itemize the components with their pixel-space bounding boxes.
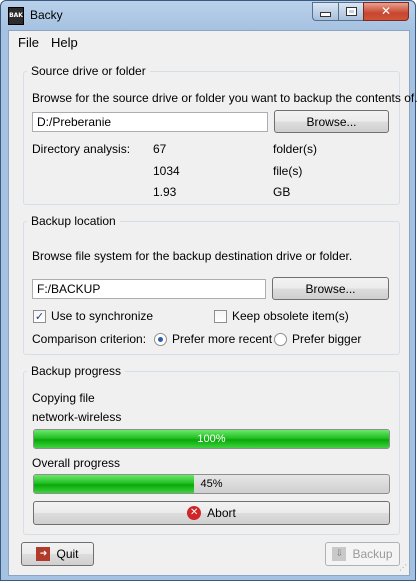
overall-progress-text: 45% xyxy=(200,478,223,490)
quit-button[interactable]: ➜ Quit xyxy=(21,542,94,566)
prefer-bigger-radio[interactable] xyxy=(274,333,287,346)
backup-progress-group: Backup progress Copying file network-wir… xyxy=(23,364,400,535)
menu-bar: File Help xyxy=(9,31,409,53)
exit-door-icon: ➜ xyxy=(36,547,51,561)
backup-icon: ⇩ xyxy=(332,547,347,561)
source-group: Source drive or folder Browse for the so… xyxy=(23,64,418,205)
size-unit: GB xyxy=(273,185,291,199)
abort-label: Abort xyxy=(207,506,236,520)
overall-progress-bar: 45% xyxy=(33,474,390,494)
file-progress-bar: 100% xyxy=(33,429,390,449)
prefer-bigger-label[interactable]: Prefer bigger xyxy=(292,332,361,346)
comparison-criterion-label: Comparison criterion: xyxy=(32,332,147,346)
files-unit: file(s) xyxy=(273,164,303,178)
source-instructions: Browse for the source drive or folder yo… xyxy=(32,91,418,105)
folders-unit: folder(s) xyxy=(273,142,318,156)
destination-browse-button[interactable]: Browse... xyxy=(272,277,389,300)
source-browse-button[interactable]: Browse... xyxy=(274,110,389,133)
window-title: Backy xyxy=(30,8,63,22)
menu-file[interactable]: File xyxy=(18,35,39,50)
app-window: BAK Backy ✕ File Help Source drive or fo… xyxy=(0,0,418,581)
quit-label[interactable]: Quit xyxy=(56,547,78,561)
prefer-recent-radio[interactable] xyxy=(154,333,167,346)
keep-obsolete-label[interactable]: Keep obsolete item(s) xyxy=(232,309,349,323)
close-icon: ✕ xyxy=(380,4,392,18)
destination-instructions: Browse file system for the backup destin… xyxy=(32,249,353,263)
source-path-input[interactable] xyxy=(32,112,268,132)
abort-button[interactable]: ✕ Abort xyxy=(33,501,390,525)
client-area: File Help Source drive or folder Browse … xyxy=(8,30,418,576)
backup-location-title: Backup location xyxy=(27,214,120,228)
maximize-button[interactable] xyxy=(338,2,363,21)
folders-count: 67 xyxy=(153,142,167,156)
destination-path-input[interactable] xyxy=(32,279,266,299)
size-value: 1.93 xyxy=(153,185,177,199)
title-bar[interactable]: BAK Backy ✕ xyxy=(1,1,415,30)
copying-file-label: Copying file xyxy=(32,391,95,405)
overall-progress-label: Overall progress xyxy=(32,456,121,470)
synchronize-label[interactable]: Use to synchronize xyxy=(51,309,153,323)
backup-button[interactable]: ⇩ Backup xyxy=(325,542,400,566)
menu-help[interactable]: Help xyxy=(51,35,78,50)
current-file-name: network-wireless xyxy=(32,410,122,424)
abort-icon: ✕ xyxy=(187,506,202,520)
backup-location-group: Backup location Browse file system for t… xyxy=(23,214,400,355)
backup-label: Backup xyxy=(352,547,393,561)
prefer-recent-label[interactable]: Prefer more recent xyxy=(172,332,272,346)
backup-progress-title: Backup progress xyxy=(27,364,126,378)
synchronize-checkbox[interactable]: ✓ xyxy=(33,310,46,323)
close-button[interactable]: ✕ xyxy=(363,2,409,21)
directory-analysis-label: Directory analysis: xyxy=(32,142,131,156)
minimize-button[interactable] xyxy=(312,2,338,21)
files-count: 1034 xyxy=(153,164,180,178)
source-browse-label: Browse... xyxy=(306,114,357,129)
resize-grip-icon[interactable]: ⋰ xyxy=(397,563,407,573)
keep-obsolete-checkbox[interactable] xyxy=(214,310,227,323)
source-group-title: Source drive or folder xyxy=(27,64,150,78)
minimize-icon xyxy=(320,12,331,17)
destination-browse-label: Browse... xyxy=(305,281,356,296)
file-progress-text: 100% xyxy=(197,433,226,445)
backy-app-icon[interactable]: BAK xyxy=(8,7,24,25)
maximize-icon xyxy=(345,7,357,16)
